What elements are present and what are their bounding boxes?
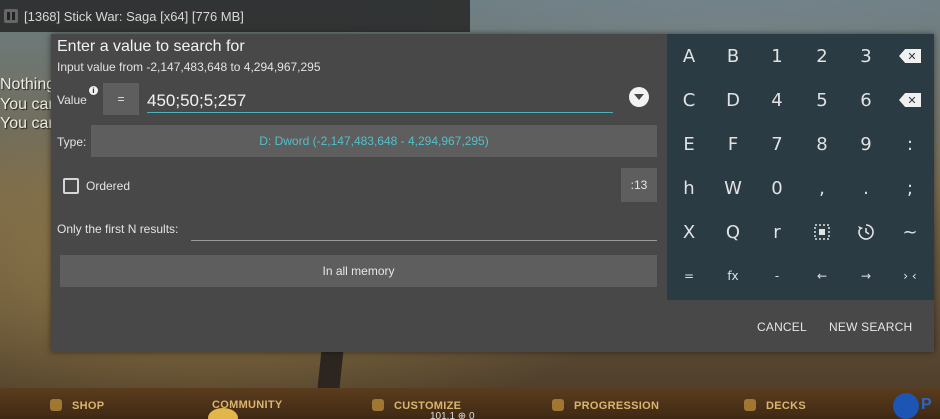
- key-8[interactable]: 8: [800, 122, 844, 166]
- memory-region-button[interactable]: In all memory: [60, 255, 657, 287]
- key-3[interactable]: 3: [844, 34, 888, 78]
- ordered-label: Ordered: [86, 179, 131, 193]
- key-5[interactable]: 5: [800, 78, 844, 122]
- customize-icon: [372, 399, 384, 411]
- game-tab-label: SHOP: [72, 400, 105, 412]
- key-0[interactable]: 0: [755, 166, 799, 210]
- decks-icon: [744, 399, 756, 411]
- ordered-checkbox[interactable]: [63, 178, 79, 194]
- game-round-label: P: [921, 396, 932, 413]
- key-period[interactable]: .: [844, 166, 888, 210]
- value-label: Value: [57, 93, 87, 107]
- chevron-down-icon[interactable]: [629, 87, 649, 107]
- key-d[interactable]: D: [711, 78, 755, 122]
- key-equals[interactable]: =: [667, 254, 711, 298]
- game-tab-shop[interactable]: SHOP: [50, 399, 104, 412]
- ordered-range-button[interactable]: :13: [621, 168, 657, 202]
- game-tab-label: PROGRESSION: [574, 400, 660, 412]
- backspace-icon[interactable]: ✕: [888, 34, 932, 78]
- new-search-button[interactable]: NEW SEARCH: [829, 320, 912, 334]
- key-tilde[interactable]: ~: [888, 210, 932, 254]
- value-range-hint: Input value from -2,147,483,648 to 4,294…: [57, 60, 321, 74]
- key-w[interactable]: W: [711, 166, 755, 210]
- type-select[interactable]: D: Dword (-2,147,483,648 - 4,294,967,295…: [91, 125, 657, 157]
- collapse-keypad-icon[interactable]: › ‹: [888, 254, 932, 298]
- arrow-left-icon[interactable]: ←: [800, 254, 844, 298]
- key-minus[interactable]: -: [755, 254, 799, 298]
- clear-icon[interactable]: ✕: [888, 78, 932, 122]
- game-text-line: You car: [0, 115, 54, 132]
- key-x[interactable]: X: [667, 210, 711, 254]
- process-title: [1368] Stick War: Saga [x64] [776 MB]: [24, 8, 244, 24]
- history-icon[interactable]: [844, 210, 888, 254]
- key-e[interactable]: E: [667, 122, 711, 166]
- key-9[interactable]: 9: [844, 122, 888, 166]
- arrow-right-icon[interactable]: →: [844, 254, 888, 298]
- key-7[interactable]: 7: [755, 122, 799, 166]
- key-4[interactable]: 4: [755, 78, 799, 122]
- first-n-label: Only the first N results:: [57, 222, 179, 236]
- search-value-input[interactable]: [147, 83, 613, 113]
- key-2[interactable]: 2: [800, 34, 844, 78]
- key-semicolon[interactable]: ;: [888, 166, 932, 210]
- key-f[interactable]: F: [711, 122, 755, 166]
- game-text-line: Nothing: [0, 76, 56, 93]
- dialog-title: Enter a value to search for: [57, 38, 245, 55]
- key-h[interactable]: h: [667, 166, 711, 210]
- type-label: Type:: [57, 135, 87, 149]
- key-r[interactable]: r: [755, 210, 799, 254]
- game-tab-progression[interactable]: PROGRESSION: [552, 399, 659, 412]
- game-text-line: You car: [0, 96, 54, 113]
- info-icon[interactable]: i: [89, 86, 98, 95]
- play-icon[interactable]: [893, 393, 919, 419]
- key-c[interactable]: C: [667, 78, 711, 122]
- key-colon[interactable]: :: [888, 122, 932, 166]
- first-n-input[interactable]: [191, 214, 657, 241]
- formula-icon[interactable]: fx: [711, 254, 755, 298]
- key-1[interactable]: 1: [755, 34, 799, 78]
- keypad: A B 1 2 3 ✕ C D 4 5 6 ✕ E F 7 8 9 : h W …: [667, 34, 934, 300]
- progression-icon: [552, 399, 564, 411]
- operator-button[interactable]: =: [103, 83, 139, 115]
- search-dialog: Enter a value to search for Input value …: [51, 34, 934, 352]
- key-q[interactable]: Q: [711, 210, 755, 254]
- process-bar[interactable]: [1368] Stick War: Saga [x64] [776 MB]: [0, 0, 470, 32]
- key-a[interactable]: A: [667, 34, 711, 78]
- pause-icon[interactable]: [4, 9, 18, 23]
- key-b[interactable]: B: [711, 34, 755, 78]
- key-comma[interactable]: ,: [800, 166, 844, 210]
- shop-icon: [50, 399, 62, 411]
- key-6[interactable]: 6: [844, 78, 888, 122]
- game-tab-label: DECKS: [766, 400, 807, 412]
- cancel-button[interactable]: CANCEL: [757, 320, 807, 334]
- game-tab-decks[interactable]: DECKS: [744, 399, 806, 412]
- select-region-icon[interactable]: [800, 210, 844, 254]
- game-counter: 101.1 ⊕ 0: [430, 411, 475, 419]
